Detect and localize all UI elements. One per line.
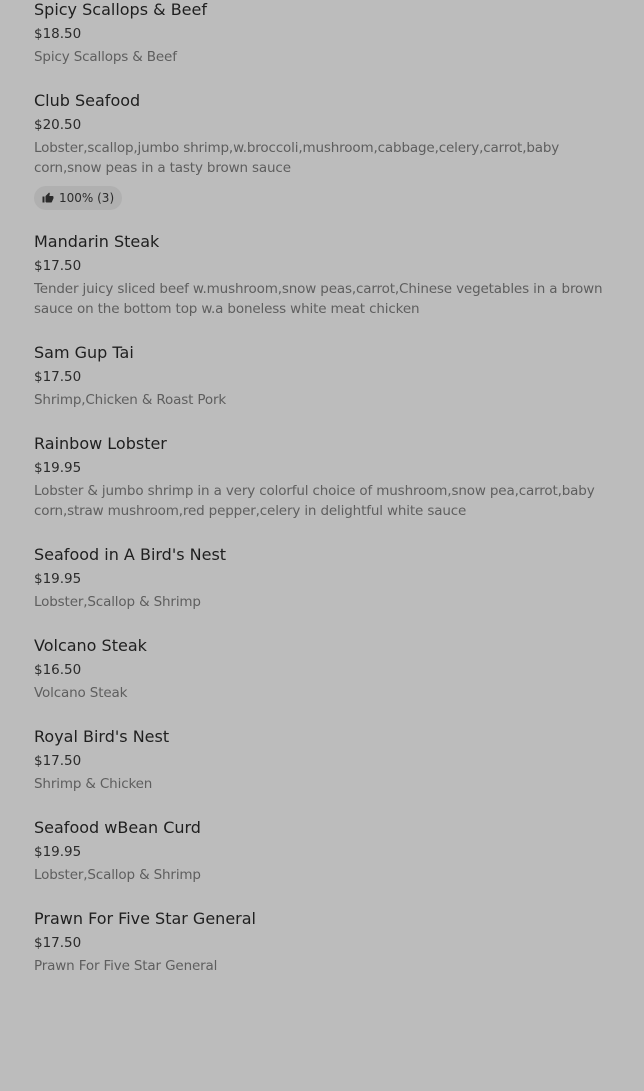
rating-badge: 100% (3) (34, 186, 123, 210)
item-price: $19.95 (34, 460, 82, 476)
menu-item-club-seafood[interactable]: Club Seafood $20.50 Lobster,scallop,jumb… (34, 83, 614, 224)
menu-item-seafood-birds-nest[interactable]: Seafood in A Bird's Nest $19.95 Lobster,… (34, 537, 614, 628)
menu-item-prawn-five-star-general[interactable]: Prawn For Five Star General $17.50 Prawn… (34, 901, 614, 992)
item-name: Sam Gup Tai (34, 343, 134, 362)
item-name: Spicy Scallops & Beef (34, 0, 207, 19)
menu-item-spicy-scallops-beef[interactable]: Spicy Scallops & Beef $18.50 Spicy Scall… (34, 0, 614, 83)
item-description: Tender juicy sliced beef w.mushroom,snow… (34, 281, 603, 317)
item-name: Club Seafood (34, 91, 141, 110)
item-price: $17.50 (34, 258, 82, 274)
item-description: Lobster & jumbo shrimp in a very colorfu… (34, 483, 595, 519)
menu-item-rainbow-lobster[interactable]: Rainbow Lobster $19.95 Lobster & jumbo s… (34, 426, 614, 537)
item-price: $17.50 (34, 369, 82, 385)
item-name: Seafood wBean Curd (34, 818, 201, 837)
item-price: $19.95 (34, 844, 82, 860)
item-name: Royal Bird's Nest (34, 727, 170, 746)
item-name: Volcano Steak (34, 636, 147, 655)
item-description: Lobster,Scallop & Shrimp (34, 594, 201, 610)
item-description: Volcano Steak (34, 685, 128, 701)
menu-item-seafood-bean-curd[interactable]: Seafood wBean Curd $19.95 Lobster,Scallo… (34, 810, 614, 901)
item-price: $18.50 (34, 26, 82, 42)
item-description: Prawn For Five Star General (34, 958, 218, 974)
item-price: $16.50 (34, 662, 82, 678)
item-price: $17.50 (34, 935, 82, 951)
item-price: $17.50 (34, 753, 82, 769)
menu-item-mandarin-steak[interactable]: Mandarin Steak $17.50 Tender juicy slice… (34, 224, 614, 335)
menu-list: Spicy Scallops & Beef $18.50 Spicy Scall… (34, 0, 614, 992)
item-price: $20.50 (34, 117, 82, 133)
item-description: Lobster,Scallop & Shrimp (34, 867, 201, 883)
menu-item-royal-birds-nest[interactable]: Royal Bird's Nest $17.50 Shrimp & Chicke… (34, 719, 614, 810)
item-name: Prawn For Five Star General (34, 909, 256, 928)
thumbs-up-icon (42, 192, 54, 203)
item-description: Spicy Scallops & Beef (34, 49, 177, 65)
rating-text: 100% (3) (59, 191, 115, 205)
item-description: Shrimp & Chicken (34, 776, 153, 792)
item-name: Seafood in A Bird's Nest (34, 545, 227, 564)
menu-item-sam-gup-tai[interactable]: Sam Gup Tai $17.50 Shrimp,Chicken & Roas… (34, 335, 614, 426)
menu-item-volcano-steak[interactable]: Volcano Steak $16.50 Volcano Steak (34, 628, 614, 719)
item-description: Shrimp,Chicken & Roast Pork (34, 392, 227, 408)
item-price: $19.95 (34, 571, 82, 587)
item-name: Mandarin Steak (34, 232, 160, 251)
item-description: Lobster,scallop,jumbo shrimp,w.broccoli,… (34, 140, 560, 176)
item-name: Rainbow Lobster (34, 434, 167, 453)
bottom-fade (0, 1081, 644, 1091)
